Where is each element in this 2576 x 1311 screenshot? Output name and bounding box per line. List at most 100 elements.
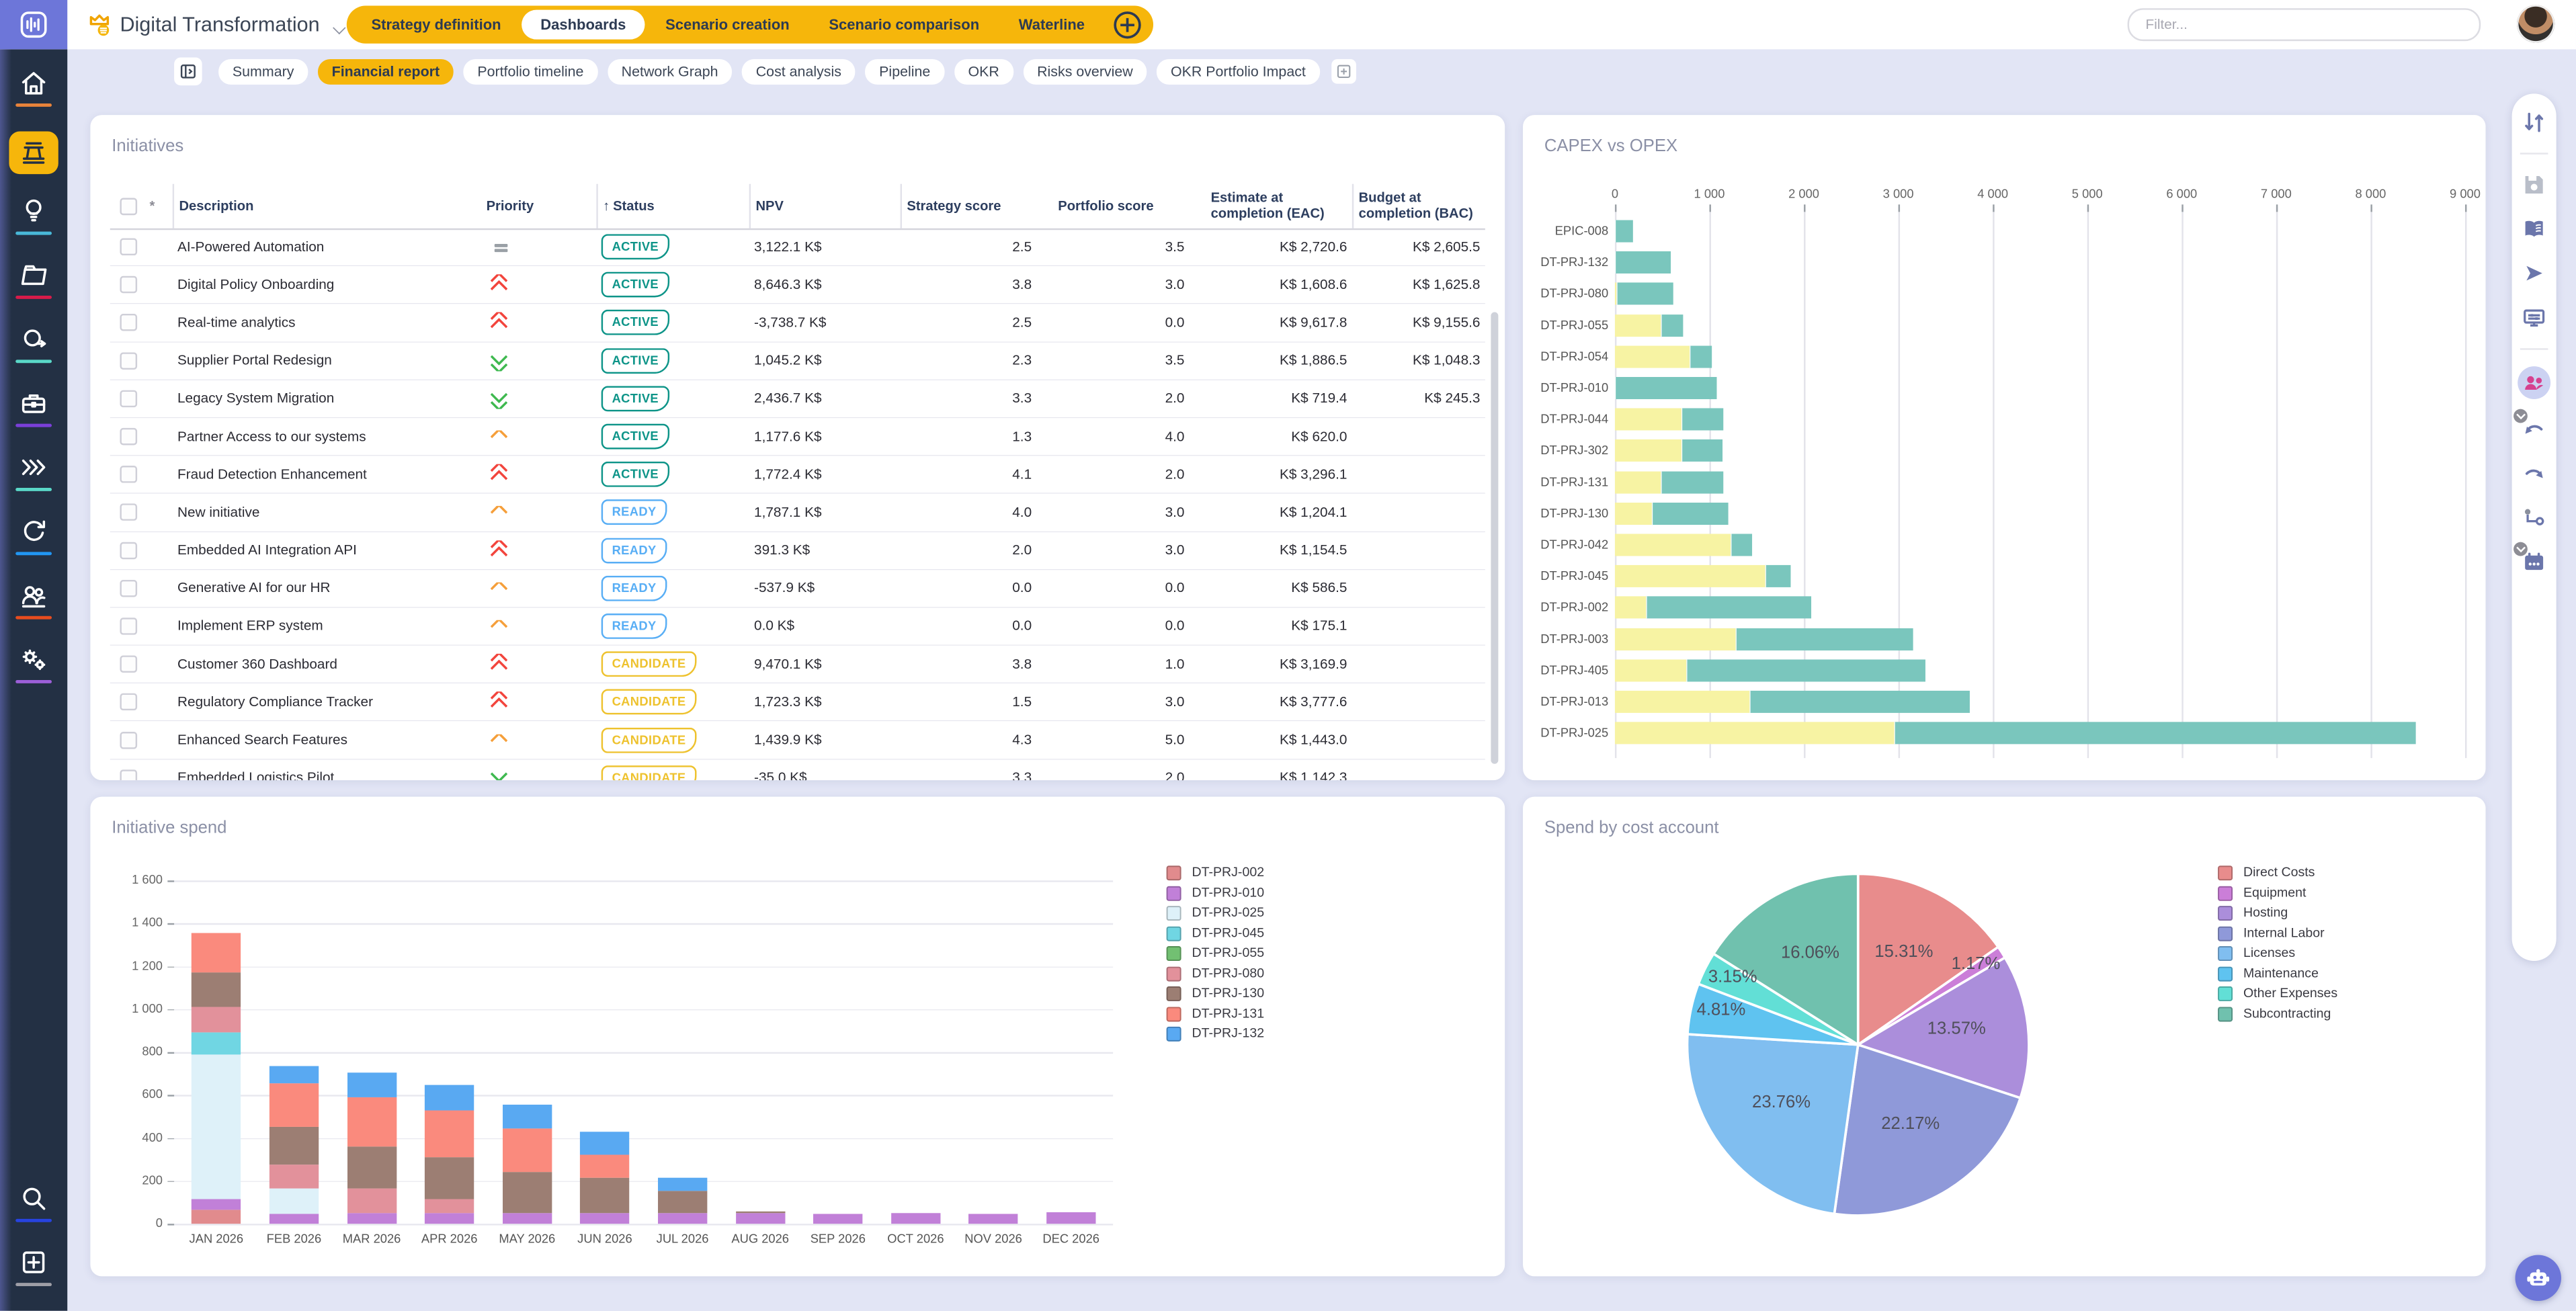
dashboard-tab-okr-portfolio-impact[interactable]: OKR Portfolio Impact (1157, 58, 1319, 84)
add-workspace-tab-button[interactable] (1114, 11, 1140, 38)
DT-PRJ-131-segment[interactable] (269, 1083, 319, 1127)
sidebar-item-cycles[interactable] (0, 516, 67, 580)
table-row[interactable]: Fraud Detection EnhancementACTIVE1,772.4… (110, 456, 1485, 494)
calendar-button[interactable] (2520, 548, 2548, 577)
adjust-button[interactable] (2520, 108, 2548, 136)
row-checkbox[interactable] (120, 504, 137, 521)
initiatives-scrollbar[interactable] (1491, 312, 1498, 763)
panel-toggle-button[interactable] (174, 58, 202, 86)
opex-bar-segment[interactable] (1690, 345, 1712, 368)
table-row[interactable]: Partner Access to our systemsACTIVE1,177… (110, 418, 1485, 456)
DT-PRJ-130-segment[interactable] (503, 1173, 552, 1214)
dashboard-tab-cost-analysis[interactable]: Cost analysis (742, 58, 856, 84)
row-checkbox[interactable] (120, 542, 137, 559)
column-header-eac[interactable]: Estimate at completion (EAC) (1206, 189, 1352, 223)
capex-bar-segment[interactable] (1615, 659, 1687, 681)
DT-PRJ-010-segment[interactable] (736, 1214, 785, 1224)
DT-PRJ-132-segment[interactable] (425, 1085, 474, 1110)
capex-bar-segment[interactable] (1615, 534, 1731, 556)
workflow-button[interactable] (2520, 504, 2548, 532)
table-row[interactable]: Customer 360 DashboardCANDIDATE9,470.1 K… (110, 646, 1485, 683)
opex-bar-segment[interactable] (1687, 659, 1925, 681)
capex-bar-segment[interactable] (1615, 503, 1653, 525)
table-row[interactable]: Real-time analyticsACTIVE-3,738.7 K$2.50… (110, 304, 1485, 342)
sidebar-item-add[interactable] (0, 1246, 67, 1310)
opex-bar-segment[interactable] (1894, 722, 2415, 745)
DT-PRJ-010-segment[interactable] (580, 1214, 629, 1224)
chevron-badge[interactable] (2513, 542, 2528, 556)
dashboard-tab-network-graph[interactable]: Network Graph (608, 58, 732, 84)
pie-slice-licenses[interactable] (1688, 1034, 1858, 1214)
opex-bar-segment[interactable] (1661, 471, 1723, 493)
opex-bar-segment[interactable] (1749, 691, 1969, 713)
capex-bar-segment[interactable] (1615, 314, 1661, 337)
sidebar-item-search[interactable] (0, 1183, 67, 1246)
redo-button[interactable] (2520, 460, 2548, 488)
column-header-strategy_score[interactable]: Strategy score (901, 184, 1053, 228)
table-row[interactable]: Digital Policy OnboardingACTIVE8,646.3 K… (110, 266, 1485, 304)
row-checkbox[interactable] (120, 314, 137, 331)
capex-bar-segment[interactable] (1615, 628, 1736, 650)
sidebar-item-portfolio[interactable] (0, 132, 67, 196)
row-checkbox[interactable] (120, 731, 137, 749)
sidebar-item-projects[interactable] (0, 259, 67, 323)
dashboard-tab-portfolio-timeline[interactable]: Portfolio timeline (464, 58, 598, 84)
DT-PRJ-130-segment[interactable] (580, 1177, 629, 1213)
DT-PRJ-131-segment[interactable] (425, 1110, 474, 1157)
capex-bar-segment[interactable] (1615, 409, 1681, 431)
DT-PRJ-131-segment[interactable] (503, 1128, 552, 1172)
row-checkbox[interactable] (120, 693, 137, 711)
sidebar-item-pipeline[interactable] (0, 452, 67, 515)
DT-PRJ-025-segment[interactable] (192, 1054, 241, 1199)
DT-PRJ-010-segment[interactable] (813, 1214, 862, 1224)
workspace-tab-dashboards[interactable]: Dashboards (522, 10, 645, 40)
row-checkbox[interactable] (120, 239, 137, 256)
column-header-bac[interactable]: Budget at completion (BAC) (1352, 184, 1485, 228)
select-all-checkbox[interactable] (120, 198, 137, 215)
column-header-portfolio_score[interactable]: Portfolio score (1053, 197, 1206, 216)
capex-bar-segment[interactable] (1615, 439, 1681, 462)
sidebar-item-resources[interactable] (0, 580, 67, 644)
opex-bar-segment[interactable] (1736, 628, 1913, 650)
table-row[interactable]: Enhanced Search FeaturesCANDIDATE1,439.9… (110, 722, 1485, 759)
table-row[interactable]: AI-Powered AutomationACTIVE3,122.1 K$2.5… (110, 228, 1485, 266)
capex-bar-segment[interactable] (1615, 471, 1661, 493)
dashboard-tab-risks-overview[interactable]: Risks overview (1023, 58, 1147, 84)
DT-PRJ-010-segment[interactable] (1046, 1212, 1095, 1224)
column-header-npv[interactable]: NPV (749, 184, 901, 228)
sidebar-item-sprints[interactable] (0, 324, 67, 388)
DT-PRJ-130-segment[interactable] (192, 973, 241, 1007)
table-row[interactable]: Supplier Portal RedesignACTIVE1,045.2 K$… (110, 342, 1485, 380)
table-row[interactable]: New initiativeREADY1,787.1 K$4.03.0K$ 1,… (110, 494, 1485, 532)
opex-bar-segment[interactable] (1615, 377, 1717, 399)
user-avatar[interactable] (2517, 5, 2554, 42)
row-checkbox[interactable] (120, 769, 137, 780)
workspace-dropdown-caret-icon[interactable] (333, 22, 345, 34)
capex-bar-segment[interactable] (1615, 345, 1690, 368)
DT-PRJ-132-segment[interactable] (347, 1072, 396, 1097)
dashboard-tab-okr[interactable]: OKR (954, 58, 1013, 84)
row-checkbox[interactable] (120, 466, 137, 483)
DT-PRJ-002-segment[interactable] (192, 1210, 241, 1224)
capex-bar-segment[interactable] (1615, 597, 1646, 619)
book-button[interactable] (2520, 215, 2548, 243)
table-row[interactable]: Regulatory Compliance TrackerCANDIDATE1,… (110, 683, 1485, 721)
DT-PRJ-010-segment[interactable] (891, 1213, 940, 1224)
opex-bar-segment[interactable] (1646, 597, 1811, 619)
DT-PRJ-131-segment[interactable] (192, 933, 241, 972)
DT-PRJ-010-segment[interactable] (503, 1214, 552, 1224)
opex-bar-segment[interactable] (1615, 251, 1671, 273)
DT-PRJ-080-segment[interactable] (192, 1007, 241, 1033)
add-dashboard-button[interactable] (1331, 59, 1356, 84)
column-header-select[interactable] (110, 196, 144, 217)
workspace-tab-waterline[interactable]: Waterline (1000, 10, 1104, 40)
filter-input[interactable] (2128, 8, 2481, 41)
app-logo[interactable] (0, 0, 67, 49)
table-row[interactable]: Embedded AI Integration APIREADY391.3 K$… (110, 532, 1485, 569)
row-checkbox[interactable] (120, 352, 137, 370)
DT-PRJ-010-segment[interactable] (658, 1213, 707, 1224)
workspace-tab-strategy-definition[interactable]: Strategy definition (352, 10, 520, 40)
monitor-button[interactable] (2520, 304, 2548, 332)
DT-PRJ-131-segment[interactable] (347, 1097, 396, 1146)
DT-PRJ-080-segment[interactable] (425, 1199, 474, 1213)
